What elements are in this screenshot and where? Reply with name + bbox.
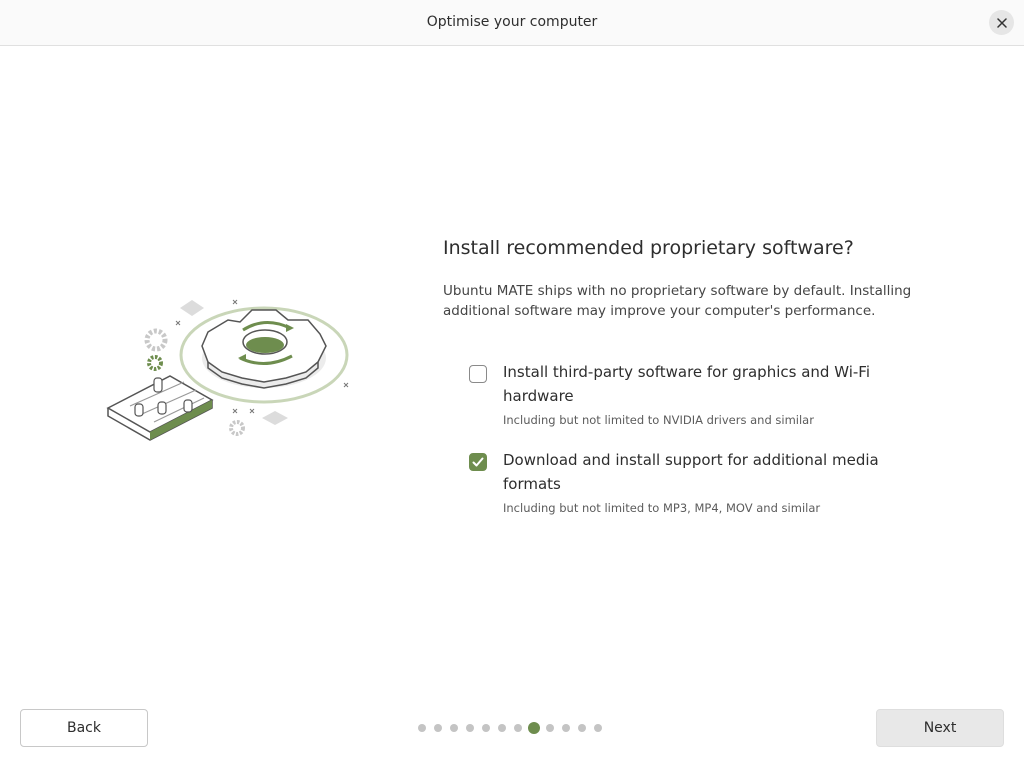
optimise-illustration (106, 299, 349, 441)
progress-dot (514, 724, 522, 732)
progress-dot (498, 724, 506, 732)
close-icon (996, 17, 1007, 28)
window-title: Optimise your computer (426, 14, 598, 30)
main-content: Install recommended proprietary software… (443, 235, 913, 515)
progress-dot (594, 724, 602, 732)
progress-dot (546, 724, 554, 732)
option-label: Download and install support for additio… (503, 451, 879, 493)
third-party-software-checkbox[interactable] (469, 365, 487, 383)
progress-dot (418, 724, 426, 732)
progress-dot (482, 724, 490, 732)
progress-dot (578, 724, 586, 732)
option-sublabel: Including but not limited to NVIDIA driv… (503, 413, 814, 427)
page-heading: Install recommended proprietary software… (443, 237, 854, 259)
close-button[interactable] (989, 10, 1014, 35)
title-bar: Optimise your computer (0, 0, 1024, 46)
progress-dot (434, 724, 442, 732)
media-formats-checkbox[interactable] (469, 453, 487, 471)
progress-dot-active (528, 722, 540, 734)
checkmark-icon (472, 457, 483, 466)
progress-dot (450, 724, 458, 732)
option-label: Install third-party software for graphic… (503, 363, 870, 405)
progress-dot (562, 724, 570, 732)
page-description: Ubuntu MATE ships with no proprietary so… (443, 283, 912, 319)
progress-dot (466, 724, 474, 732)
next-button[interactable]: Next (876, 709, 1004, 747)
option-sublabel: Including but not limited to MP3, MP4, M… (503, 501, 821, 515)
progress-dots (418, 722, 610, 734)
back-button[interactable]: Back (20, 709, 148, 747)
